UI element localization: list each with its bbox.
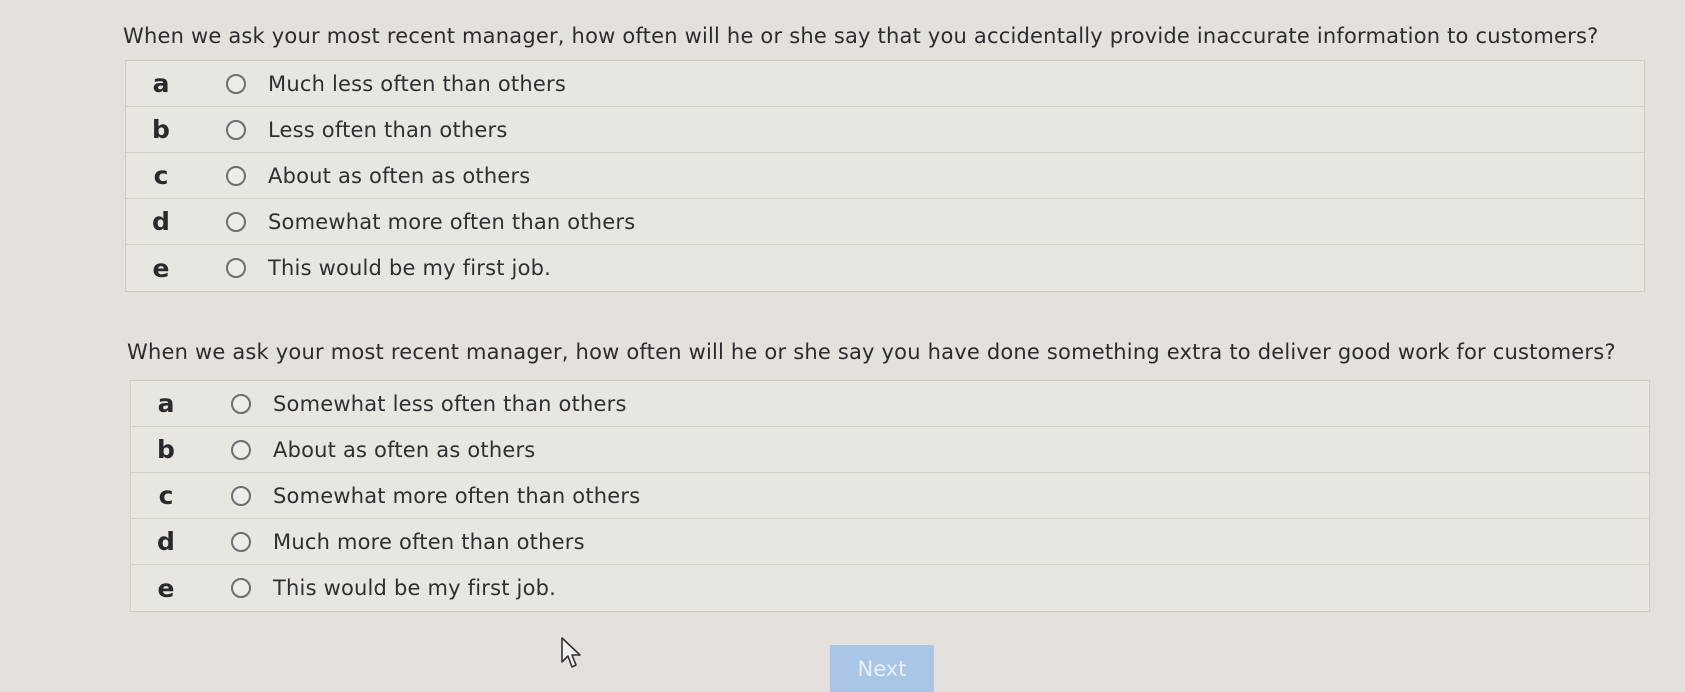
q2-option-b[interactable]: b About as often as others — [131, 427, 1649, 473]
option-label: Much less often than others — [268, 71, 566, 96]
radio-button[interactable] — [231, 485, 251, 506]
next-button[interactable]: Next — [830, 645, 934, 692]
radio-button[interactable] — [231, 393, 251, 414]
radio-button[interactable] — [231, 439, 251, 460]
q1-option-d[interactable]: d Somewhat more often than others — [126, 199, 1644, 245]
option-label: This would be my first job. — [268, 256, 552, 280]
option-letter: e — [152, 253, 170, 283]
option-label: This would be my first job. — [273, 576, 557, 600]
radio-button[interactable] — [231, 578, 251, 598]
option-label: About as often as others — [273, 437, 536, 462]
radio-button[interactable] — [226, 258, 246, 278]
mouse-pointer-icon — [561, 637, 581, 668]
question-1-text: When we ask your most recent manager, ho… — [123, 24, 1599, 48]
question-2-text: When we ask your most recent manager, ho… — [127, 340, 1616, 364]
q1-option-a[interactable]: a Much less often than others — [126, 61, 1644, 107]
radio-button[interactable] — [226, 165, 246, 186]
q1-option-c[interactable]: c About as often as others — [126, 153, 1644, 199]
q1-option-b[interactable]: b Less often than others — [126, 107, 1644, 153]
option-label: Less often than others — [268, 117, 508, 142]
q2-option-a[interactable]: a Somewhat less often than others — [131, 381, 1649, 427]
option-letter: c — [153, 161, 169, 190]
question-1-options: a Much less often than others b Less oft… — [125, 60, 1645, 292]
option-label: About as often as others — [268, 163, 531, 188]
option-letter: d — [157, 527, 175, 556]
option-label: Somewhat less often than others — [273, 391, 627, 416]
option-letter: b — [152, 115, 170, 144]
q1-option-e[interactable]: e This would be my first job. — [126, 245, 1644, 291]
option-letter: a — [152, 69, 170, 98]
option-letter: e — [157, 573, 175, 603]
question-2-options: a Somewhat less often than others b Abou… — [130, 380, 1650, 612]
option-letter: b — [157, 435, 175, 464]
option-label: Somewhat more often than others — [268, 209, 636, 234]
option-label: Somewhat more often than others — [273, 483, 641, 508]
radio-button[interactable] — [226, 73, 246, 94]
option-letter: d — [152, 207, 170, 236]
q2-option-d[interactable]: d Much more often than others — [131, 519, 1649, 565]
option-letter: a — [157, 389, 175, 418]
option-letter: c — [158, 481, 174, 510]
radio-button[interactable] — [231, 531, 251, 552]
option-label: Much more often than others — [273, 529, 585, 554]
radio-button[interactable] — [226, 119, 246, 140]
q2-option-c[interactable]: c Somewhat more often than others — [131, 473, 1649, 519]
radio-button[interactable] — [226, 211, 246, 232]
q2-option-e[interactable]: e This would be my first job. — [131, 565, 1649, 611]
